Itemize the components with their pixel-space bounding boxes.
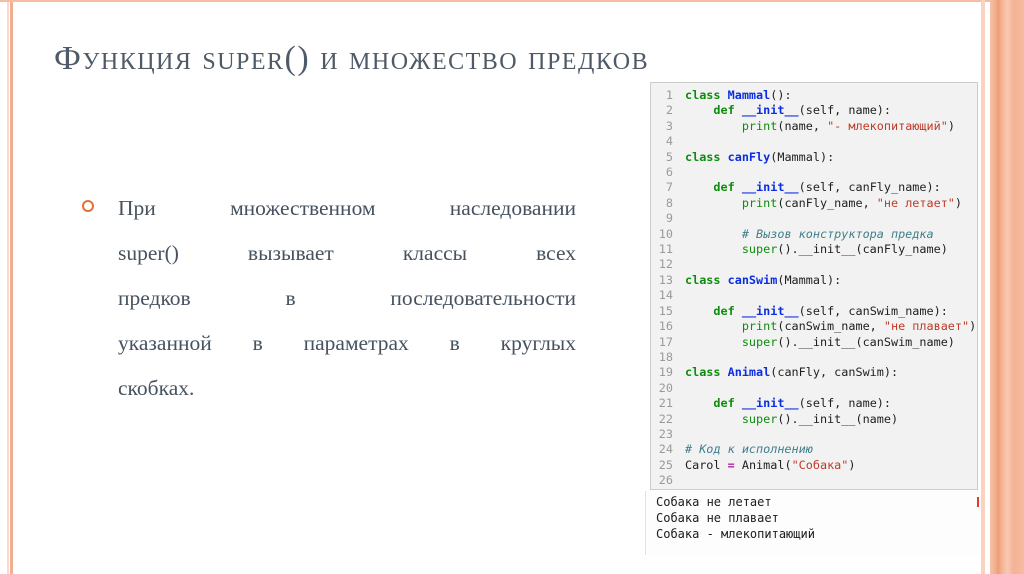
bullet-marker xyxy=(82,200,94,212)
bullet-text-line: При множественном наследовании xyxy=(118,196,576,220)
line-number: 5 xyxy=(665,149,673,164)
code-line: 16 print(canSwim_name, "не плавает") xyxy=(651,319,977,334)
line-number: 22 xyxy=(658,411,673,426)
line-number: 10 xyxy=(658,226,673,241)
code-line: 5 class canFly(Mammal): xyxy=(651,150,977,165)
code-line: 17 super().__init__(canSwim_name) xyxy=(651,335,977,350)
line-number: 21 xyxy=(658,396,673,411)
code-line: 7 def __init__(self, canFly_name): xyxy=(651,180,977,195)
code-line: 21 def __init__(self, name): xyxy=(651,396,977,411)
bullet-text-line: скобках. xyxy=(118,376,195,400)
line-number: 3 xyxy=(665,118,673,133)
slide-title: Функция super() и множество предков xyxy=(54,40,650,77)
line-number: 19 xyxy=(658,365,673,380)
line-number: 8 xyxy=(665,195,673,210)
code-text: def __init__(self, name): xyxy=(713,103,892,118)
bullet-text-line: указанной в параметрах в круглых xyxy=(118,331,576,355)
code-text: super().__init__(canFly_name) xyxy=(741,242,948,257)
code-text: print(canSwim_name, "не плавает") xyxy=(741,319,977,334)
line-number: 4 xyxy=(665,134,673,149)
bullet-text-line: предков в последовательности xyxy=(118,286,576,310)
line-number: 7 xyxy=(665,180,673,195)
line-number: 20 xyxy=(658,380,673,395)
line-number: 11 xyxy=(658,242,673,257)
code-text: class canSwim(Mammal): xyxy=(685,272,842,287)
left-accent-stripe-dark xyxy=(10,2,13,574)
code-panel: 1 class Mammal(): 2 def __init__(self, nam… xyxy=(650,82,978,490)
code-line: 20 xyxy=(651,381,977,396)
code-line: 12 xyxy=(651,257,977,272)
line-number: 6 xyxy=(665,165,673,180)
line-number: 9 xyxy=(665,211,673,226)
code-line: 24 # Код к исполнению xyxy=(651,442,977,457)
code-text: super().__init__(canSwim_name) xyxy=(741,334,955,349)
code-line: 22 super().__init__(name) xyxy=(651,412,977,427)
line-number: 13 xyxy=(658,272,673,287)
code-line: 6 xyxy=(651,165,977,180)
code-text: class Animal(canFly, canSwim): xyxy=(685,365,899,380)
line-number: 18 xyxy=(658,349,673,364)
left-accent-stripe-light xyxy=(7,2,9,574)
code-line: 4 xyxy=(651,134,977,149)
code-line: 25 Carol = Animal("Собака") xyxy=(651,458,977,473)
line-number: 1 xyxy=(665,88,673,102)
code-line: 18 xyxy=(651,350,977,365)
code-line: 19 class Animal(canFly, canSwim): xyxy=(651,365,977,380)
code-text: def __init__(self, canSwim_name): xyxy=(713,303,948,318)
code-line: 10 # Вызов конструктора предка xyxy=(651,227,977,242)
right-accent-band xyxy=(990,0,1024,574)
line-number: 14 xyxy=(658,288,673,303)
output-line: Собака не летает xyxy=(656,495,772,509)
code-text: class canFly(Mammal): xyxy=(685,149,835,164)
code-line: 3 print(name, "- млекопитающий") xyxy=(651,119,977,134)
code-text: def __init__(self, name): xyxy=(713,396,892,411)
output-line: Собака не плавает xyxy=(656,511,779,525)
top-accent-line xyxy=(0,0,1024,2)
line-number: 15 xyxy=(658,303,673,318)
code-line: 23 xyxy=(651,427,977,442)
line-number: 23 xyxy=(658,426,673,441)
line-number: 24 xyxy=(658,442,673,457)
code-text: Carol = Animal("Собака") xyxy=(685,457,856,472)
output-scrollbar-mark xyxy=(977,497,979,507)
code-text: def __init__(self, canFly_name): xyxy=(713,180,941,195)
code-line: 13 class canSwim(Mammal): xyxy=(651,273,977,288)
code-output-panel: Собака не летает Собака не плавает Собака … xyxy=(645,491,980,555)
code-line: 2 def __init__(self, name): xyxy=(651,103,977,118)
code-text: class Mammal(): xyxy=(685,88,792,102)
line-number: 26 xyxy=(658,473,673,488)
code-text: # Код к исполнению xyxy=(685,442,813,457)
presentation-slide: Функция super() и множество предков При … xyxy=(0,0,1024,574)
code-line: 14 xyxy=(651,288,977,303)
code-line: 8 print(canFly_name, "не летает") xyxy=(651,196,977,211)
right-accent-thin-line xyxy=(981,0,985,574)
code-line: 1 class Mammal(): xyxy=(651,88,977,103)
line-number: 16 xyxy=(658,319,673,334)
code-text: print(name, "- млекопитающий") xyxy=(741,118,955,133)
code-line: 15 def __init__(self, canSwim_name): xyxy=(651,304,977,319)
line-number: 25 xyxy=(658,457,673,472)
code-line: 26 xyxy=(651,473,977,488)
line-number: 12 xyxy=(658,257,673,272)
code-line: 11 super().__init__(canFly_name) xyxy=(651,242,977,257)
code-text: # Вызов конструктора предка xyxy=(741,226,934,241)
line-number: 2 xyxy=(665,103,673,118)
bullet-text-block: При множественном наследовании super() вы… xyxy=(118,186,576,411)
code-line: 9 xyxy=(651,211,977,226)
line-number: 17 xyxy=(658,334,673,349)
code-text: super().__init__(name) xyxy=(741,411,899,426)
code-text: print(canFly_name, "не летает") xyxy=(741,195,963,210)
bullet-text-line: super() вызывает классы всех xyxy=(118,241,576,265)
output-line: Собака - млекопитающий xyxy=(656,527,815,541)
